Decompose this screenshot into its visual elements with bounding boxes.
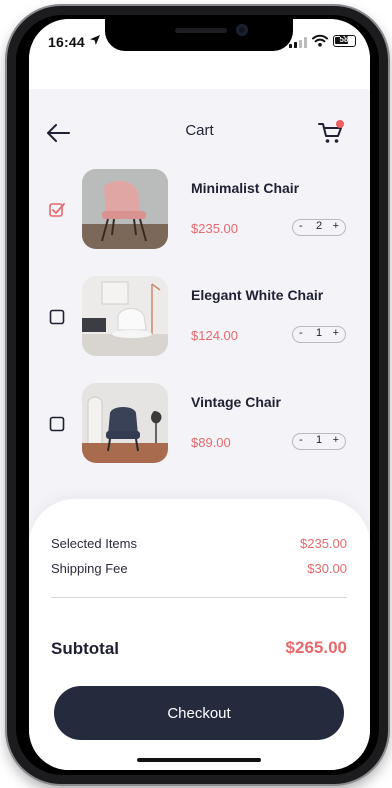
home-indicator xyxy=(137,758,261,762)
increment-button[interactable]: + xyxy=(333,220,339,232)
shipping-fee-label: Shipping Fee xyxy=(51,561,128,576)
checkbox-checked-icon[interactable] xyxy=(49,202,65,218)
vintage-chair-image xyxy=(82,383,168,463)
cart-item[interactable]: Minimalist Chair $235.00 - 2 + xyxy=(29,169,370,251)
checkbox-unchecked-icon[interactable] xyxy=(49,309,65,325)
signal-icon xyxy=(289,37,307,48)
cart-item[interactable]: Vintage Chair $89.00 - 1 + xyxy=(29,383,370,465)
elegant-white-chair-image xyxy=(82,276,168,356)
app-screen: 16:44 58 Cart Minimalist Chair $235.00 -… xyxy=(29,19,370,770)
item-price: $124.00 xyxy=(191,328,238,343)
item-price: $89.00 xyxy=(191,435,231,450)
increment-button[interactable]: + xyxy=(333,434,339,446)
front-camera xyxy=(236,24,248,36)
selected-items-value: $235.00 xyxy=(300,536,347,551)
checkout-button[interactable]: Checkout xyxy=(54,686,344,740)
battery-level: 58 xyxy=(339,35,349,44)
order-summary: Selected Items $235.00 Shipping Fee $30.… xyxy=(29,499,370,770)
battery-icon: 58 xyxy=(333,35,356,47)
item-name: Elegant White Chair xyxy=(191,287,324,303)
quantity-stepper[interactable]: - 1 + xyxy=(292,433,346,450)
status-time: 16:44 xyxy=(48,34,85,50)
checkbox-unchecked-icon[interactable] xyxy=(49,416,65,432)
speaker xyxy=(175,28,227,33)
cart-item[interactable]: Elegant White Chair $124.00 - 1 + xyxy=(29,276,370,358)
cart-notification-dot xyxy=(336,120,344,128)
selected-items-label: Selected Items xyxy=(51,536,137,551)
notch xyxy=(105,19,293,51)
cart-header: Cart xyxy=(29,89,370,149)
location-arrow-icon xyxy=(90,35,100,45)
item-name: Minimalist Chair xyxy=(191,180,300,196)
item-price: $235.00 xyxy=(191,221,238,236)
quantity-stepper[interactable]: - 2 + xyxy=(292,219,346,236)
summary-divider xyxy=(51,597,347,598)
minimalist-chair-image xyxy=(82,169,168,249)
status-bar: 16:44 58 xyxy=(29,19,370,89)
shipping-fee-value: $30.00 xyxy=(307,561,347,576)
item-name: Vintage Chair xyxy=(191,394,281,410)
subtotal-value: $265.00 xyxy=(285,638,347,657)
cart-button[interactable] xyxy=(317,120,345,146)
quantity-stepper[interactable]: - 1 + xyxy=(292,326,346,343)
increment-button[interactable]: + xyxy=(333,327,339,339)
subtotal-label: Subtotal xyxy=(51,639,119,658)
wifi-icon xyxy=(312,34,328,47)
